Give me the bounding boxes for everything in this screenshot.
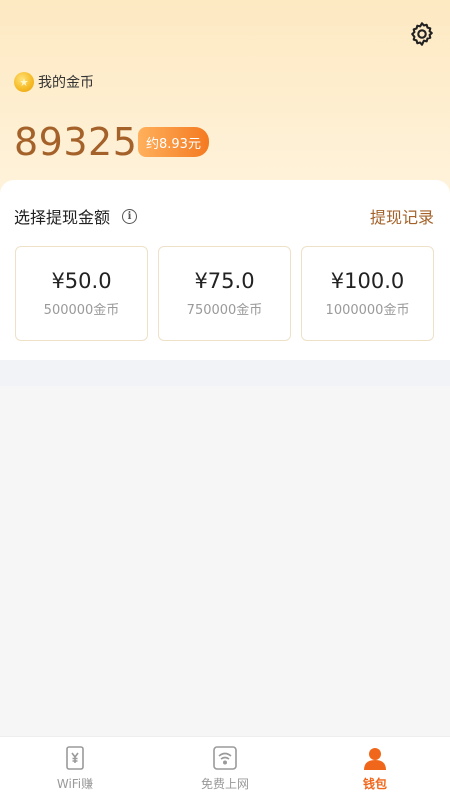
section-divider [0, 360, 450, 386]
my-coins-label: 我的金币 [38, 75, 94, 91]
coin-balance: 89325 [14, 120, 138, 164]
option-coins: 750000金币 [186, 303, 263, 318]
coin-icon [14, 72, 34, 92]
option-coins: 500000金币 [43, 303, 120, 318]
option-amount: ¥100.0 [330, 269, 405, 293]
wallet-header: 我的金币 89325 约8.93元 [0, 0, 450, 200]
withdraw-option-100[interactable]: ¥100.0 1000000金币 [301, 246, 434, 341]
tab-free-internet[interactable]: 免费上网 [150, 737, 300, 800]
wifi-icon [213, 746, 237, 770]
option-coins: 1000000金币 [325, 303, 410, 318]
withdraw-options: ¥50.0 500000金币 ¥75.0 750000金币 ¥100.0 100… [15, 246, 434, 341]
approx-value-badge: 约8.93元 [138, 127, 209, 157]
option-amount: ¥75.0 [194, 269, 255, 293]
option-amount: ¥50.0 [51, 269, 112, 293]
person-icon [364, 748, 386, 770]
tab-label: WiFi赚 [56, 777, 94, 791]
withdraw-record-link[interactable]: 提现记录 [370, 204, 434, 228]
wallet-yen-icon [66, 746, 84, 770]
tab-label: 钱包 [362, 777, 387, 791]
tab-wallet[interactable]: 钱包 [300, 737, 450, 800]
tab-wifi-earn[interactable]: WiFi赚 [0, 737, 150, 800]
bottom-tab-bar: WiFi赚 免费上网 钱包 [0, 736, 450, 800]
withdraw-option-75[interactable]: ¥75.0 750000金币 [158, 246, 291, 341]
withdraw-title: 选择提现金额 [14, 208, 111, 227]
my-coins-row: 我的金币 [14, 72, 94, 92]
info-icon[interactable]: i [122, 208, 138, 224]
withdraw-option-50[interactable]: ¥50.0 500000金币 [15, 246, 148, 341]
gear-icon[interactable] [408, 20, 436, 48]
tab-label: 免费上网 [200, 777, 249, 791]
withdraw-title-row: 选择提现金额 i [14, 204, 138, 228]
withdraw-card: 选择提现金额 i 提现记录 ¥50.0 500000金币 ¥75.0 75000… [0, 180, 450, 360]
